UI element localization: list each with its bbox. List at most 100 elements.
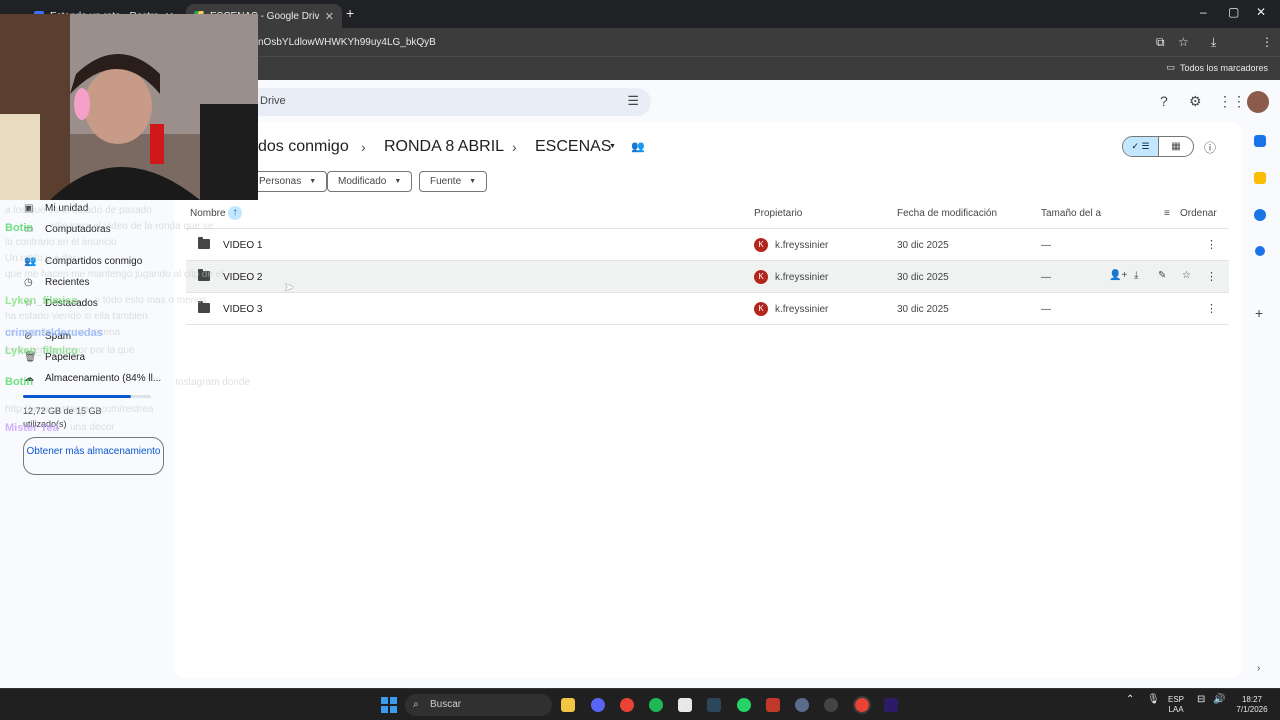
tasks-icon[interactable] [1254, 209, 1266, 221]
chrome-active-icon[interactable] [853, 696, 871, 714]
chat-message: una decor [70, 422, 115, 433]
account-avatar[interactable] [1247, 91, 1269, 113]
grid-view-button[interactable]: ▦ [1159, 137, 1193, 156]
filter-modified[interactable]: Modificado ▼ [327, 171, 413, 192]
file-explorer-icon[interactable] [561, 698, 575, 712]
chat-message: a los que es el estado de pasado [5, 205, 152, 216]
voicemeeter-icon[interactable] [766, 698, 780, 712]
chrome-icon[interactable] [620, 698, 634, 712]
star-icon[interactable]: ☆ [1182, 270, 1191, 281]
obs-icon[interactable] [824, 698, 838, 712]
owner-name: k.freyssinier [775, 272, 829, 283]
modified-date: 30 dic 2025 [897, 304, 949, 315]
chat-username: Botin [5, 376, 34, 388]
file-size: — [1041, 304, 1051, 315]
download-icon[interactable]: ⤓ [1134, 270, 1138, 281]
folder-icon: ▭ [1166, 62, 1175, 72]
breadcrumb-separator: › [512, 139, 517, 155]
get-more-storage-button[interactable]: Obtener más almacenamiento [23, 437, 164, 475]
search-options-icon[interactable]: ☰ [627, 93, 639, 109]
browser-menu-icon[interactable]: ⋮ [1261, 35, 1273, 49]
chip-label: Modificado [338, 176, 387, 187]
maximize-button[interactable]: ▢ [1228, 5, 1239, 19]
whatsapp-icon[interactable] [737, 698, 751, 712]
details-info-icon[interactable]: ⓘ [1204, 139, 1216, 156]
premiere-icon[interactable] [884, 698, 898, 712]
bookmarks-label: Todos los marcadores [1179, 62, 1268, 73]
shared-folder-icon: 👥 [631, 141, 645, 153]
keep-icon[interactable] [1254, 172, 1266, 184]
add-addon-icon[interactable]: + [1255, 305, 1263, 321]
downloads-icon[interactable]: ⤓ [1211, 35, 1216, 50]
more-actions-icon[interactable]: ⋮ [1206, 238, 1217, 251]
webcam-image [0, 14, 258, 200]
drive-search-box[interactable]: Drive ☰ [230, 88, 651, 116]
tray-expand-icon[interactable]: ⌃ [1126, 695, 1134, 705]
settings-gear-icon[interactable]: ⚙ [1189, 93, 1202, 110]
audio-app-icon[interactable] [795, 698, 809, 712]
calendar-icon[interactable] [1254, 135, 1266, 147]
language-indicator[interactable]: ESP LAA [1168, 695, 1184, 715]
table-row[interactable]: VIDEO 3 K k.freyssinier 30 dic 2025 — ⋮ [186, 293, 1229, 325]
taskbar-search[interactable]: ⌕ Buscar [405, 694, 552, 716]
more-actions-icon[interactable]: ⋮ [1206, 270, 1217, 283]
chevron-down-icon: ▼ [469, 178, 477, 185]
close-tab-icon[interactable]: ✕ [325, 10, 334, 23]
breadcrumb-shared[interactable]: dos conmigo [258, 138, 349, 156]
all-bookmarks[interactable]: ▭ Todos los marcadores [1166, 62, 1268, 73]
filter-source[interactable]: Fuente ▼ [419, 171, 488, 192]
chat-username: Botin [5, 222, 34, 234]
lang-code: ESP [1168, 695, 1185, 704]
spotify-icon[interactable] [649, 698, 663, 712]
volume-icon[interactable]: 🔊 [1213, 695, 1225, 705]
close-window-button[interactable]: ✕ [1256, 5, 1266, 19]
region-code: LAA [1168, 705, 1184, 714]
windows-start-icon[interactable] [381, 697, 397, 713]
chat-message: http://www.instagram.com/restrea [5, 404, 154, 415]
microphone-icon[interactable]: 🎙 [1147, 695, 1160, 705]
webcam-overlay [0, 14, 258, 200]
chat-message: Instagram donde [175, 377, 251, 388]
chat-message: lo contrario en el anuncio [5, 237, 117, 248]
owner-avatar: K [754, 238, 768, 252]
breadcrumb-ronda[interactable]: RONDA 8 ABRIL [384, 138, 504, 156]
clock[interactable]: 18:27 7/1/2026 [1232, 695, 1272, 715]
windows-taskbar: ⌕ Buscar ⌃ 🎙 ESP LAA ⊟ 🔊 18:27 7/1/2026 [0, 688, 1280, 720]
breadcrumb-current[interactable]: ESCENAS [535, 138, 611, 156]
chat-username: crimentalderuedas [5, 327, 103, 339]
list-view-button[interactable]: ✓ ☰ [1123, 137, 1159, 156]
chip-label: Personas [259, 176, 302, 187]
chat-message: sitio para el video de la ronda que se [50, 221, 214, 232]
column-owner[interactable]: Propietario [754, 208, 802, 219]
share-icon[interactable]: 👤+ [1109, 270, 1127, 281]
taskbar-search-label: Buscar [430, 699, 462, 710]
url-field[interactable]: nOsbYLdlowWHWKYh99uy4LG_bkQyB [258, 37, 436, 48]
minimize-button[interactable]: – [1200, 5, 1207, 19]
apps-grid-icon[interactable]: ⋮⋮ [1218, 93, 1246, 110]
column-size[interactable]: Tamaño del a [1041, 208, 1101, 219]
network-icon[interactable]: ⊟ [1197, 695, 1205, 705]
steam-icon[interactable] [707, 698, 721, 712]
table-row[interactable]: VIDEO 1 K k.freyssinier 30 dic 2025 — ⋮ [186, 229, 1229, 261]
rename-pencil-icon[interactable]: ✎ [1158, 270, 1166, 281]
search-icon: ⌕ [413, 699, 419, 710]
time: 18:27 [1241, 695, 1263, 704]
modified-date: 30 dic 2025 [897, 272, 949, 283]
view-toggle: ✓ ☰ ▦ [1122, 136, 1194, 157]
table-row[interactable]: VIDEO 2 K k.freyssinier 30 dic 2025 — 👤+… [186, 261, 1229, 293]
slack-icon[interactable] [678, 698, 692, 712]
install-app-icon[interactable]: ⧉ [1156, 35, 1165, 50]
file-size: — [1041, 272, 1051, 283]
more-actions-icon[interactable]: ⋮ [1206, 302, 1217, 315]
expand-panel-icon[interactable]: › [1257, 663, 1260, 674]
column-modified[interactable]: Fecha de modificación [897, 208, 997, 219]
contacts-icon[interactable] [1255, 246, 1265, 256]
discord-icon[interactable] [591, 698, 605, 712]
help-icon[interactable]: ? [1160, 93, 1168, 109]
sort-button[interactable]: Ordenar [1180, 208, 1217, 219]
folder-menu-caret-icon[interactable]: ▼ [609, 143, 616, 150]
chat-message: ha estado viendo si ella tambien [5, 311, 148, 322]
new-tab-button[interactable]: + [346, 5, 354, 21]
bookmark-star-icon[interactable]: ☆ [1178, 35, 1189, 49]
filter-people[interactable]: Personas ▼ [248, 171, 328, 192]
